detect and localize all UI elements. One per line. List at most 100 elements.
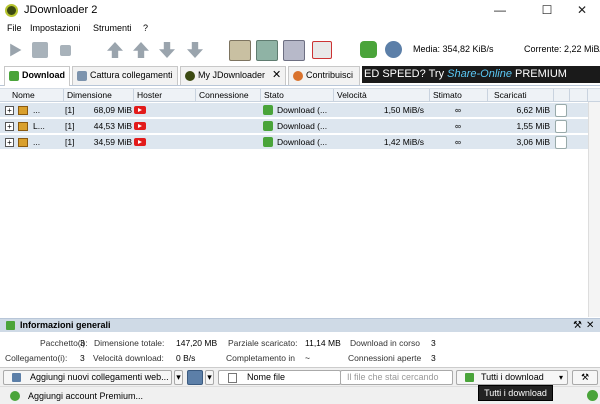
- vertical-scrollbar[interactable]: [588, 102, 600, 317]
- delete-icon[interactable]: [312, 41, 332, 59]
- menu-impostazioni[interactable]: Impostazioni: [30, 23, 81, 33]
- menu-strumenti[interactable]: Strumenti: [93, 23, 132, 33]
- all-downloads-select[interactable]: Tutti i download ▾: [456, 370, 568, 385]
- links-label: Collegamento(i):: [5, 353, 68, 363]
- tab-cattura-collegamenti[interactable]: Cattura collegamenti: [72, 66, 178, 85]
- title-bar: JDownloader 2 — ☐ ✕: [0, 0, 600, 21]
- menu-file[interactable]: File: [7, 23, 22, 33]
- youtube-icon: [134, 122, 146, 130]
- filename-select[interactable]: Nome file: [218, 370, 341, 385]
- partial-label: Parziale scaricato:: [228, 338, 298, 348]
- packages-value: 3: [80, 338, 85, 348]
- settings-icon[interactable]: ⚒: [573, 319, 582, 332]
- table-header: Nome Dimensione Hoster Connessione Stato…: [0, 89, 600, 102]
- in-progress-label: Download in corso: [350, 338, 420, 348]
- download-status-icon: [263, 137, 273, 147]
- row-checkbox[interactable]: [555, 136, 567, 149]
- speed-meter-icon[interactable]: [385, 41, 402, 58]
- chevron-down-icon: ▾: [559, 373, 564, 382]
- col-extra-1[interactable]: [554, 89, 570, 102]
- ad-banner[interactable]: ED SPEED? Try Share-Online PREMIUM: [362, 66, 600, 83]
- go-icon[interactable]: [587, 390, 598, 401]
- tooltip: Tutti i download: [478, 385, 553, 401]
- close-panel-icon[interactable]: ✕: [586, 319, 594, 332]
- row-checkbox[interactable]: [555, 104, 567, 117]
- app-logo-icon: [5, 4, 18, 17]
- reconnect-icon[interactable]: [256, 40, 278, 61]
- add-links-menu-icon[interactable]: ▾: [174, 370, 183, 385]
- expand-icon[interactable]: +: [5, 106, 14, 115]
- close-tab-icon[interactable]: ✕: [272, 67, 281, 84]
- partial-value: 11,14 MB: [305, 338, 341, 348]
- expand-icon[interactable]: +: [5, 138, 14, 147]
- stop-icon[interactable]: [60, 45, 71, 56]
- download-icon: [9, 71, 19, 81]
- add-links-button[interactable]: Aggiungi nuovi collegamenti web...: [3, 370, 172, 385]
- tools-icon[interactable]: ⚒: [572, 370, 598, 385]
- pause-icon[interactable]: [32, 42, 48, 58]
- row-eta: ∞: [454, 105, 462, 115]
- in-progress-value: 3: [431, 338, 436, 348]
- update-icon[interactable]: [360, 41, 377, 58]
- row-size: 68,09 MiB: [93, 105, 132, 115]
- row-size: 44,53 MiB: [93, 121, 132, 131]
- row-status: Download (...: [277, 121, 328, 131]
- completion-label: Completamento in: [226, 353, 295, 363]
- download-status-icon: [263, 105, 273, 115]
- row-checkbox[interactable]: [555, 120, 567, 133]
- download-status-icon: [263, 121, 273, 131]
- total-size-label: Dimensione totale:: [94, 338, 165, 348]
- youtube-icon: [134, 138, 146, 146]
- table-row[interactable]: + L... [1] 44,53 MiB Download (... ∞ 1,5…: [0, 119, 588, 134]
- tab-contribuisci[interactable]: Contribuisci: [288, 66, 360, 85]
- col-velocita[interactable]: Velocità: [334, 89, 430, 102]
- connections-value: 3: [431, 353, 436, 363]
- connections-label: Connessioni aperte: [348, 353, 422, 363]
- calendar-icon[interactable]: [187, 370, 203, 385]
- clipboard-icon[interactable]: [229, 40, 251, 61]
- col-scaricati[interactable]: Scaricati: [488, 89, 554, 102]
- add-premium-link[interactable]: Aggiungi account Premium...: [28, 391, 143, 401]
- row-downloaded: 6,62 MiB: [516, 105, 550, 115]
- move-top-icon[interactable]: [107, 42, 123, 58]
- move-down-icon[interactable]: [159, 42, 175, 58]
- menu-help[interactable]: ?: [143, 23, 148, 33]
- row-count: [1]: [65, 121, 75, 131]
- row-count: [1]: [65, 137, 75, 147]
- banner-brand: Share-Online: [447, 68, 512, 80]
- col-connessione[interactable]: Connessione: [196, 89, 261, 102]
- row-name: ...: [33, 137, 41, 147]
- search-input[interactable]: Il file che stai cercando: [340, 370, 453, 385]
- calendar-menu-icon[interactable]: ▾: [205, 370, 214, 385]
- move-up-icon[interactable]: [133, 42, 149, 58]
- youtube-icon: [134, 106, 146, 114]
- minimize-button[interactable]: —: [480, 0, 520, 21]
- tab-download[interactable]: Download: [4, 66, 70, 86]
- col-stato[interactable]: Stato: [261, 89, 334, 102]
- table-row[interactable]: + ... [1] 34,59 MiB Download (... 1,42 M…: [0, 135, 588, 150]
- maximize-button[interactable]: ☐: [527, 0, 567, 21]
- premium-icon[interactable]: [283, 40, 305, 61]
- col-hoster[interactable]: Hoster: [134, 89, 196, 102]
- package-icon: [18, 138, 28, 147]
- move-bottom-icon[interactable]: [187, 42, 203, 58]
- table-row[interactable]: + ... [1] 68,09 MiB Download (... 1,50 M…: [0, 103, 588, 118]
- close-window-button[interactable]: ✕: [562, 0, 600, 21]
- menu-bar: File Impostazioni Strumenti ?: [0, 21, 600, 37]
- col-nome[interactable]: Nome: [0, 89, 64, 102]
- tab-my-jd-label: My JDownloader: [198, 70, 266, 80]
- tab-my-jdownloader[interactable]: My JDownloader ✕: [180, 66, 286, 85]
- row-downloaded: 1,55 MiB: [516, 121, 550, 131]
- banner-text-pre: ED SPEED? Try: [364, 68, 448, 80]
- start-icon[interactable]: [10, 43, 22, 57]
- links-value: 3: [80, 353, 85, 363]
- col-extra-2[interactable]: [570, 89, 588, 102]
- package-icon: [18, 106, 28, 115]
- info-title: Informazioni generali: [20, 320, 111, 330]
- expand-icon[interactable]: +: [5, 122, 14, 131]
- col-stimato[interactable]: Stimato: [430, 89, 488, 102]
- add-premium-icon: [10, 391, 20, 401]
- row-count: [1]: [65, 105, 75, 115]
- col-dimensione[interactable]: Dimensione: [64, 89, 134, 102]
- heart-icon: [293, 71, 303, 81]
